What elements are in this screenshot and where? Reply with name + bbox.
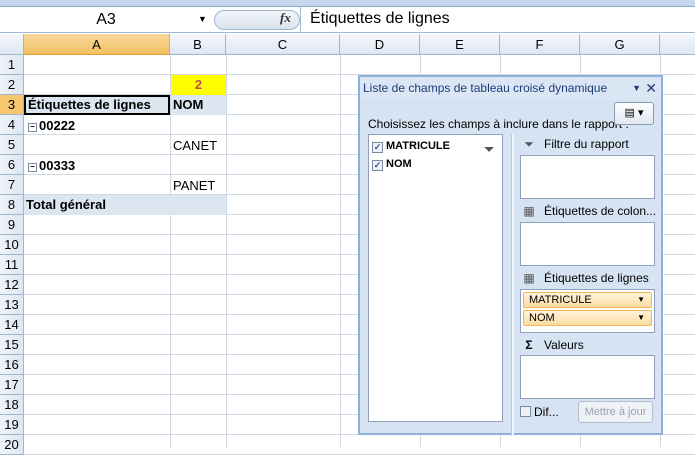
row-labels-area[interactable]: MATRICULE ▼ NOM ▼ xyxy=(520,289,655,333)
choose-fields-label: Choisissez les champs à inclure dans le … xyxy=(368,117,629,131)
row-header-10[interactable]: 10 xyxy=(0,235,24,255)
field-layout-icon: ▤ xyxy=(624,107,635,119)
row-item-label: 00333 xyxy=(39,158,76,173)
row-header-7[interactable]: 7 xyxy=(0,175,24,195)
cell-a6[interactable]: −00333 xyxy=(26,156,166,175)
column-header-h[interactable] xyxy=(660,34,695,55)
report-filter-area[interactable] xyxy=(520,155,655,199)
field-label: NOM xyxy=(386,158,412,170)
pivot-field-list-panel: Liste de champs de tableau croisé dynami… xyxy=(358,75,663,436)
row-header-4[interactable]: 4 xyxy=(0,115,24,135)
dropdown-icon[interactable]: ▼ xyxy=(637,293,645,307)
collapse-icon[interactable]: − xyxy=(28,163,37,172)
row-header-5[interactable]: 5 xyxy=(0,135,24,155)
row-header-18[interactable]: 18 xyxy=(0,395,24,415)
name-box[interactable]: A3 xyxy=(0,9,212,31)
sigma-icon: Σ xyxy=(525,338,533,352)
row-header-11[interactable]: 11 xyxy=(0,255,24,275)
table-grid-icon: ▦ xyxy=(523,271,535,285)
checkbox-matricule[interactable]: ✓ xyxy=(372,142,383,153)
formula-bar: A3 ▼ fx Étiquettes de lignes xyxy=(0,7,695,33)
column-labels-label: ▦ Étiquettes de colon... xyxy=(520,204,656,218)
row-field-matricule[interactable]: MATRICULE ▼ xyxy=(523,292,652,308)
filter-icon: ⏷ xyxy=(484,142,494,156)
values-area[interactable] xyxy=(520,355,655,399)
dropdown-icon[interactable]: ▼ xyxy=(637,311,645,325)
row-header-1[interactable]: 1 xyxy=(0,55,24,75)
field-list: ✓ MATRICULE ⏷ ✓ NOM xyxy=(368,134,503,422)
column-header-a[interactable]: A xyxy=(24,34,170,55)
defer-update-checkbox[interactable] xyxy=(520,406,531,417)
panel-title-text: Liste de champs de tableau croisé dynami… xyxy=(363,81,608,95)
field-label: MATRICULE xyxy=(386,140,450,152)
funnel-icon: ⏷ xyxy=(524,137,534,151)
row-header-15[interactable]: 15 xyxy=(0,335,24,355)
column-header-c[interactable]: C xyxy=(226,34,340,55)
select-all-button[interactable] xyxy=(0,34,24,55)
column-header-f[interactable]: F xyxy=(500,34,580,55)
cell-b7[interactable]: PANET xyxy=(171,176,226,195)
values-label: Σ Valeurs xyxy=(520,338,583,352)
column-header-d[interactable]: D xyxy=(340,34,420,55)
panel-title[interactable]: Liste de champs de tableau croisé dynami… xyxy=(360,77,661,99)
row-field-nom[interactable]: NOM ▼ xyxy=(523,310,652,326)
row-header-6[interactable]: 6 xyxy=(0,155,24,175)
cell-a3-pivot-row-labels[interactable]: Étiquettes de lignes ▾ xyxy=(24,95,170,115)
row-header-20[interactable]: 20 xyxy=(0,435,24,455)
defer-update-option[interactable]: Dif... xyxy=(520,405,559,419)
table-grid-icon: ▦ xyxy=(523,204,535,218)
row-header-12[interactable]: 12 xyxy=(0,275,24,295)
row-header-19[interactable]: 19 xyxy=(0,415,24,435)
cell-a8-grand-total[interactable]: Total général xyxy=(24,195,226,215)
panel-splitter[interactable] xyxy=(511,134,514,436)
close-icon[interactable]: ✕ xyxy=(645,77,657,99)
field-matricule[interactable]: ✓ MATRICULE ⏷ xyxy=(372,138,499,156)
defer-update-label: Dif... xyxy=(534,405,559,419)
row-header-8[interactable]: 8 xyxy=(0,195,24,215)
row-header-3[interactable]: 3 xyxy=(0,95,24,115)
formula-input[interactable]: Étiquettes de lignes xyxy=(300,7,695,32)
collapse-icon[interactable]: − xyxy=(28,123,37,132)
column-header-e[interactable]: E xyxy=(420,34,500,55)
layout-options-button[interactable]: ▤ ▾ xyxy=(614,102,654,125)
panel-menu-icon[interactable]: ▼ xyxy=(632,77,641,99)
cell-a4[interactable]: −00222 xyxy=(26,116,166,135)
cell-b3[interactable]: NOM xyxy=(171,95,226,115)
field-nom[interactable]: ✓ NOM xyxy=(372,156,412,172)
insert-function-icon[interactable]: fx xyxy=(280,10,291,26)
checkbox-nom[interactable]: ✓ xyxy=(372,160,383,171)
ribbon-toolbar xyxy=(0,0,695,7)
row-header-2[interactable]: 2 xyxy=(0,75,24,95)
row-header-17[interactable]: 17 xyxy=(0,375,24,395)
column-header-g[interactable]: G xyxy=(580,34,660,55)
row-item-label: 00222 xyxy=(39,118,76,133)
row-header-13[interactable]: 13 xyxy=(0,295,24,315)
name-box-dropdown-icon[interactable]: ▼ xyxy=(198,11,207,27)
row-labels-label: ▦ Étiquettes de lignes xyxy=(520,271,648,285)
row-header-16[interactable]: 16 xyxy=(0,355,24,375)
cell-b5[interactable]: CANET xyxy=(171,136,226,155)
column-header-b[interactable]: B xyxy=(170,34,226,55)
row-header-14[interactable]: 14 xyxy=(0,315,24,335)
update-button[interactable]: Mettre à jour xyxy=(578,401,653,423)
row-header-9[interactable]: 9 xyxy=(0,215,24,235)
row-labels-header: Étiquettes de lignes xyxy=(28,97,151,112)
column-labels-area[interactable] xyxy=(520,222,655,266)
cell-b2[interactable]: 2 xyxy=(171,75,226,95)
report-filter-label: ⏷ Filtre du rapport xyxy=(520,137,629,152)
